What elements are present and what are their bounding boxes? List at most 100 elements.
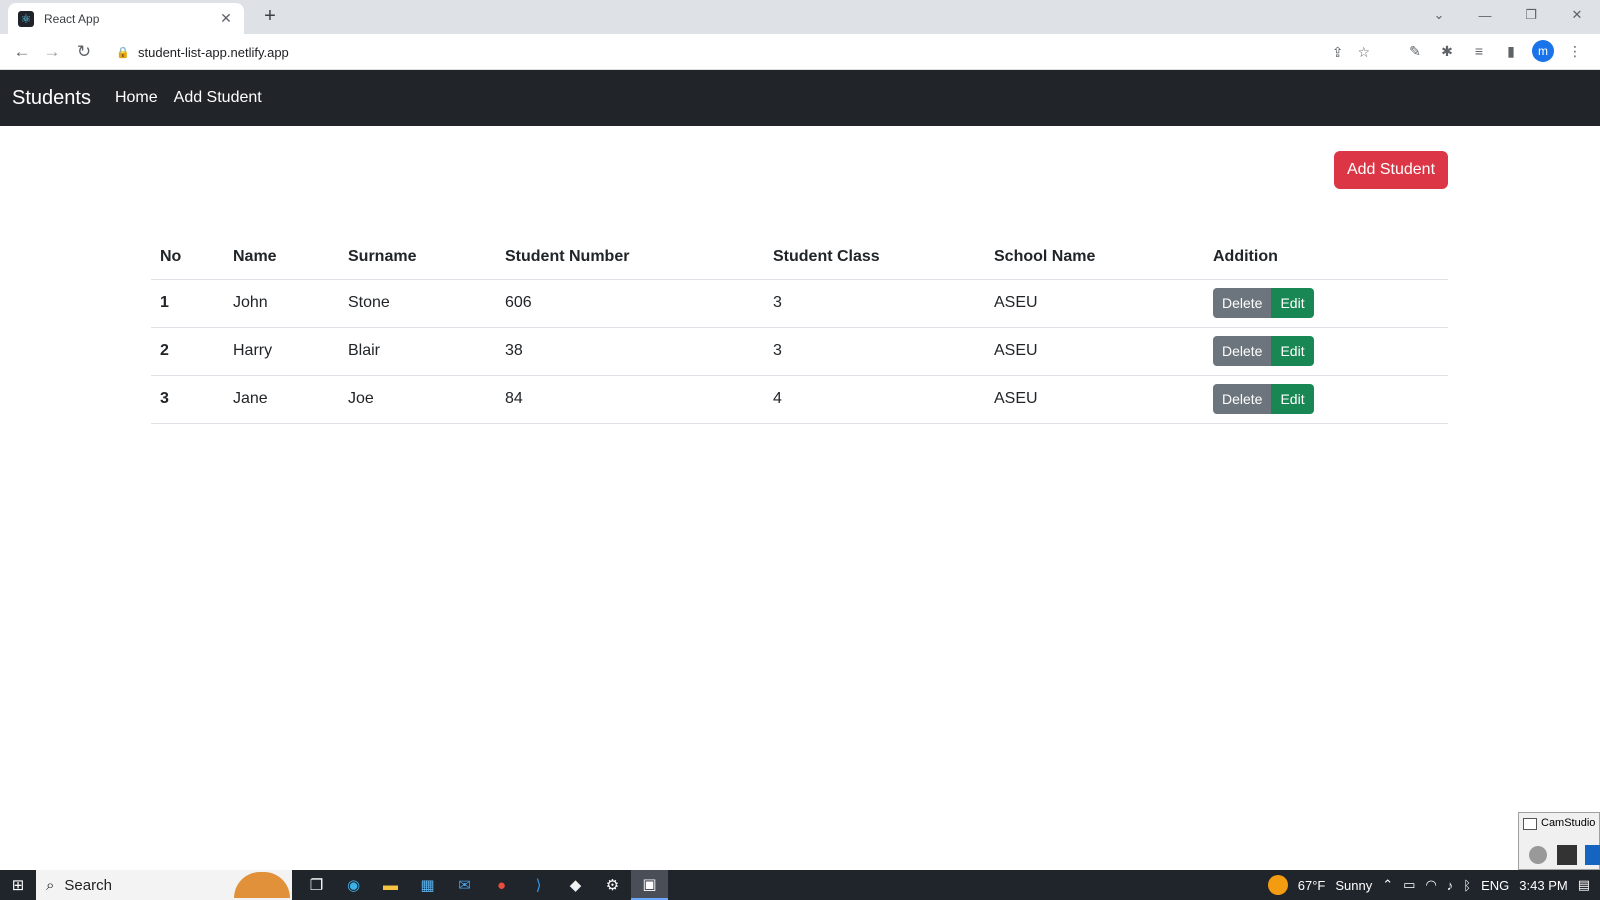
cell-addition: Delete Edit xyxy=(1204,279,1448,328)
windows-start-icon[interactable]: ⊞ xyxy=(0,870,36,900)
row-actions: Delete Edit xyxy=(1213,336,1314,366)
file-explorer-icon[interactable]: ▬ xyxy=(372,870,409,900)
row-actions: Delete Edit xyxy=(1213,384,1314,414)
row-actions: Delete Edit xyxy=(1213,288,1314,318)
cell-surname: Stone xyxy=(339,279,496,328)
weather-temp[interactable]: 67°F xyxy=(1298,878,1326,893)
profile-avatar[interactable]: m xyxy=(1532,40,1554,62)
url-text[interactable]: student-list-app.netlify.app xyxy=(138,45,289,60)
menu-icon[interactable]: ⋮ xyxy=(1564,40,1586,62)
lock-icon[interactable]: 🔒 xyxy=(116,46,130,59)
cell-name: John xyxy=(224,279,339,328)
taskbar-apps: ❐ ◉ ▬ ▦ ✉ ● ⟩ ◆ ⚙ ▣ xyxy=(298,870,668,900)
app-navbar: Students Home Add Student xyxy=(0,70,1600,126)
puzzle-icon[interactable]: ✱ xyxy=(1436,40,1458,62)
nav-link-home[interactable]: Home xyxy=(115,89,158,107)
column-header-student-number: Student Number xyxy=(496,235,764,280)
camstudio-window[interactable]: CamStudio xyxy=(1518,812,1600,870)
window-controls: ⌄ — ❐ ✕ xyxy=(1416,0,1600,30)
delete-button[interactable]: Delete xyxy=(1213,336,1272,366)
column-header-no: No xyxy=(151,235,224,280)
cell-addition: Delete Edit xyxy=(1204,327,1448,376)
cell-school-name: ASEU xyxy=(985,327,1204,376)
film-icon[interactable] xyxy=(1557,845,1577,865)
search-highlight-image xyxy=(234,872,290,898)
weather-sun-icon[interactable] xyxy=(1267,875,1288,895)
tab-title: React App xyxy=(44,11,100,26)
notifications-icon[interactable]: ▤ xyxy=(1578,877,1590,893)
clock[interactable]: 3:43 PM xyxy=(1519,878,1567,893)
table-header-row: No Name Surname Student Number Student C… xyxy=(151,235,1448,280)
new-tab-icon[interactable]: + xyxy=(258,5,282,28)
cell-surname: Joe xyxy=(339,375,496,424)
cell-school-name: ASEU xyxy=(985,375,1204,424)
extension-icon[interactable]: ✎ xyxy=(1404,40,1426,62)
stop-icon[interactable] xyxy=(1585,845,1600,865)
share-icon[interactable]: ⇪ xyxy=(1332,39,1344,65)
settings-icon[interactable]: ⚙ xyxy=(594,870,631,900)
cell-student-number: 84 xyxy=(496,375,764,424)
students-table: No Name Surname Student Number Student C… xyxy=(151,235,1448,424)
vscode-icon[interactable]: ⟩ xyxy=(520,870,557,900)
cell-student-number: 606 xyxy=(496,279,764,328)
side-panel-icon[interactable]: ▮ xyxy=(1500,40,1522,62)
chrome-icon[interactable]: ● xyxy=(483,870,520,900)
media-icon[interactable]: ≡ xyxy=(1468,40,1490,62)
tab-search-icon[interactable]: ⌄ xyxy=(1416,0,1462,30)
cell-surname: Blair xyxy=(339,327,496,376)
column-header-student-class: Student Class xyxy=(764,235,985,280)
minimize-icon[interactable]: — xyxy=(1462,0,1508,30)
table-row: 1 John Stone 606 3 ASEU Delete Edit xyxy=(151,279,1448,328)
edit-button[interactable]: Edit xyxy=(1271,288,1314,318)
restore-icon[interactable]: ❐ xyxy=(1508,0,1554,30)
cell-student-class: 3 xyxy=(764,327,985,376)
cell-no: 1 xyxy=(151,279,224,328)
bluetooth-icon[interactable]: ᛒ xyxy=(1463,878,1471,893)
weather-condition[interactable]: Sunny xyxy=(1335,878,1372,893)
nav-link-add-student[interactable]: Add Student xyxy=(174,89,262,107)
taskbar-search[interactable]: ⌕ Search xyxy=(36,870,292,900)
browser-tabstrip: ⚛ React App ✕ + ⌄ — ❐ ✕ xyxy=(0,0,1600,34)
record-icon[interactable] xyxy=(1529,846,1547,864)
language-indicator[interactable]: ENG xyxy=(1481,878,1509,893)
chevron-up-icon[interactable]: ⌃ xyxy=(1382,877,1393,893)
browser-toolbar: ← → ↻ 🔒 student-list-app.netlify.app ⇪ ☆… xyxy=(0,34,1600,70)
meet-icon[interactable]: ▭ xyxy=(1403,877,1415,893)
navbar-brand[interactable]: Students xyxy=(12,87,91,110)
volume-icon[interactable]: ♪ xyxy=(1447,878,1454,893)
reload-icon[interactable]: ↻ xyxy=(72,40,96,64)
close-window-icon[interactable]: ✕ xyxy=(1554,0,1600,30)
search-label: Search xyxy=(64,876,112,894)
delete-button[interactable]: Delete xyxy=(1213,384,1272,414)
bookmark-star-icon[interactable]: ☆ xyxy=(1357,39,1370,65)
edge-icon[interactable]: ◉ xyxy=(335,870,372,900)
network-icon[interactable]: ◠ xyxy=(1425,877,1436,893)
edit-button[interactable]: Edit xyxy=(1271,384,1314,414)
cell-student-class: 3 xyxy=(764,279,985,328)
window-icon xyxy=(1523,818,1537,830)
table-row: 3 Jane Joe 84 4 ASEU Delete Edit xyxy=(151,375,1448,424)
system-tray: 67°F Sunny ⌃ ▭ ◠ ♪ ᛒ ENG 3:43 PM ▤ xyxy=(1267,870,1600,900)
cell-addition: Delete Edit xyxy=(1204,375,1448,424)
add-student-button[interactable]: Add Student xyxy=(1334,151,1448,189)
address-bar[interactable]: 🔒 student-list-app.netlify.app ⇪ ☆ xyxy=(110,39,1376,65)
cell-student-number: 38 xyxy=(496,327,764,376)
camstudio-taskbar-icon[interactable]: ▣ xyxy=(631,870,668,900)
task-view-icon[interactable]: ❐ xyxy=(298,870,335,900)
cell-student-class: 4 xyxy=(764,375,985,424)
delete-button[interactable]: Delete xyxy=(1213,288,1272,318)
browser-tab[interactable]: ⚛ React App ✕ xyxy=(8,3,244,34)
column-header-surname: Surname xyxy=(339,235,496,280)
edit-button[interactable]: Edit xyxy=(1271,336,1314,366)
git-icon[interactable]: ◆ xyxy=(557,870,594,900)
column-header-name: Name xyxy=(224,235,339,280)
back-icon[interactable]: ← xyxy=(10,40,34,64)
cell-school-name: ASEU xyxy=(985,279,1204,328)
mail-icon[interactable]: ✉ xyxy=(446,870,483,900)
store-icon[interactable]: ▦ xyxy=(409,870,446,900)
cell-no: 3 xyxy=(151,375,224,424)
forward-icon[interactable]: → xyxy=(40,40,64,64)
table-row: 2 Harry Blair 38 3 ASEU Delete Edit xyxy=(151,327,1448,376)
close-tab-icon[interactable]: ✕ xyxy=(218,10,234,27)
cell-no: 2 xyxy=(151,327,224,376)
